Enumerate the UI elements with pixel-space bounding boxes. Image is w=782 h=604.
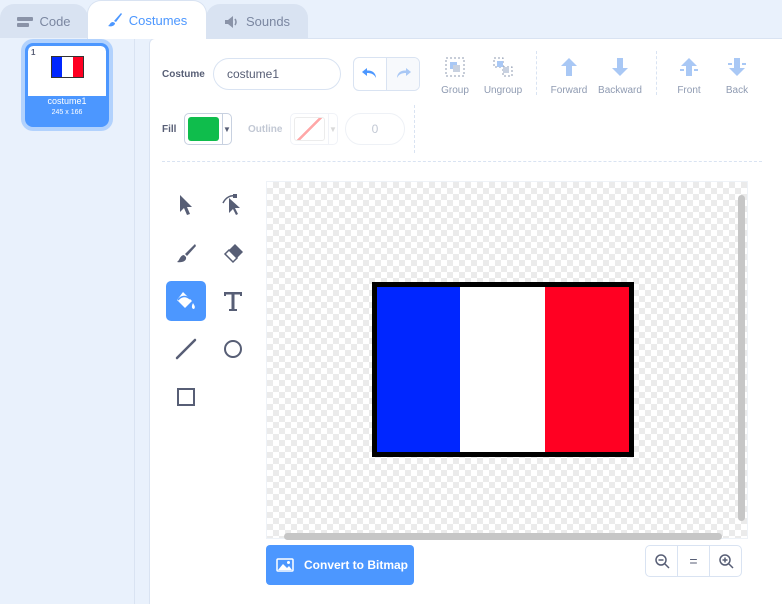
rectangle-icon (177, 388, 195, 406)
backward-button[interactable]: Backward (590, 55, 650, 96)
fill-label: Fill (162, 124, 177, 135)
speaker-icon (224, 15, 240, 29)
costume-thumbnail[interactable]: 1 costume1 245 x 166 (25, 43, 109, 127)
costume-size: 245 x 166 (51, 109, 83, 116)
back-label: Back (725, 85, 749, 96)
backward-icon (590, 55, 650, 79)
ungroup-icon (473, 55, 533, 79)
costume-preview (51, 56, 84, 78)
image-icon (276, 558, 294, 572)
circle-tool[interactable] (213, 329, 253, 369)
tab-costumes-label: Costumes (128, 12, 188, 28)
back-button[interactable]: Back (707, 55, 767, 96)
ungroup-label: Ungroup (483, 85, 523, 96)
no-outline-swatch (294, 117, 325, 141)
tab-bar: Code Costumes Sounds (0, 0, 782, 39)
toolbar-divider (414, 105, 415, 153)
toolbar-separator (162, 161, 762, 162)
zoom-out-button[interactable] (646, 546, 677, 576)
costume-number: 1 (31, 48, 36, 57)
fill-color-swatch (188, 117, 219, 141)
tab-code-label: Code (39, 14, 71, 29)
costume-name-input[interactable] (213, 58, 341, 90)
drawing-canvas[interactable] (266, 181, 748, 539)
brush-tool[interactable] (166, 233, 206, 273)
undo-icon (362, 68, 376, 78)
brush-icon (107, 12, 123, 28)
tab-sounds[interactable]: Sounds (206, 4, 308, 38)
flag-red-stripe[interactable] (545, 287, 629, 452)
text-icon (224, 292, 242, 311)
backward-label: Backward (598, 85, 642, 96)
brush-icon (177, 244, 196, 263)
paint-editor: Costume Group Ungroup Forward Backward (149, 38, 782, 604)
undo-button[interactable] (354, 58, 386, 90)
reshape-icon (222, 194, 240, 215)
redo-icon (397, 68, 411, 78)
flag-white-stripe[interactable] (460, 287, 545, 452)
redo-button[interactable] (386, 58, 419, 90)
group-label: Group (441, 85, 469, 96)
line-tool[interactable] (166, 329, 206, 369)
tab-sounds-label: Sounds (245, 14, 291, 29)
caret-down-icon: ▼ (328, 114, 337, 144)
select-tool[interactable] (166, 185, 206, 225)
eraser-tool[interactable] (213, 233, 253, 273)
eraser-icon (223, 244, 243, 264)
fill-bucket-icon (177, 292, 195, 309)
arrow-icon (180, 195, 192, 215)
flag-blue-stripe[interactable] (377, 287, 460, 452)
zoom-reset-button[interactable]: = (677, 546, 709, 576)
zoom-in-icon (718, 554, 734, 569)
reshape-tool[interactable] (213, 185, 253, 225)
toolbar-divider (656, 51, 657, 95)
costume-label: Costume (162, 69, 205, 80)
fill-color-picker[interactable]: ▼ (184, 113, 232, 145)
french-flag-shape[interactable] (372, 282, 634, 457)
fill-tool[interactable] (166, 281, 206, 321)
undo-redo-group (353, 57, 420, 91)
code-icon (17, 16, 34, 28)
circle-icon (224, 340, 242, 358)
zoom-in-button[interactable] (709, 546, 741, 576)
outline-label: Outline (248, 124, 283, 135)
tab-costumes[interactable]: Costumes (87, 0, 207, 39)
front-label: Front (677, 85, 701, 96)
ungroup-button[interactable]: Ungroup (473, 55, 533, 96)
back-icon (707, 55, 767, 79)
convert-to-bitmap-label: Convert to Bitmap (304, 558, 409, 572)
zoom-controls: = (645, 545, 742, 577)
vertical-scrollbar[interactable] (738, 195, 745, 521)
outline-color-picker[interactable]: ▼ (290, 113, 338, 145)
costume-list: 1 costume1 245 x 166 (0, 38, 135, 604)
convert-to-bitmap-button[interactable]: Convert to Bitmap (266, 545, 414, 585)
caret-down-icon: ▼ (222, 114, 231, 144)
zoom-out-icon (654, 554, 670, 569)
costume-name: costume1 (47, 96, 87, 106)
text-tool[interactable] (213, 281, 253, 321)
rectangle-tool[interactable] (166, 377, 206, 417)
toolbar-divider (536, 51, 537, 95)
outline-width-input[interactable]: 0 (345, 113, 405, 145)
forward-label: Forward (550, 85, 588, 96)
tab-code[interactable]: Code (0, 4, 88, 38)
line-icon (175, 338, 197, 360)
horizontal-scrollbar[interactable] (284, 533, 722, 540)
